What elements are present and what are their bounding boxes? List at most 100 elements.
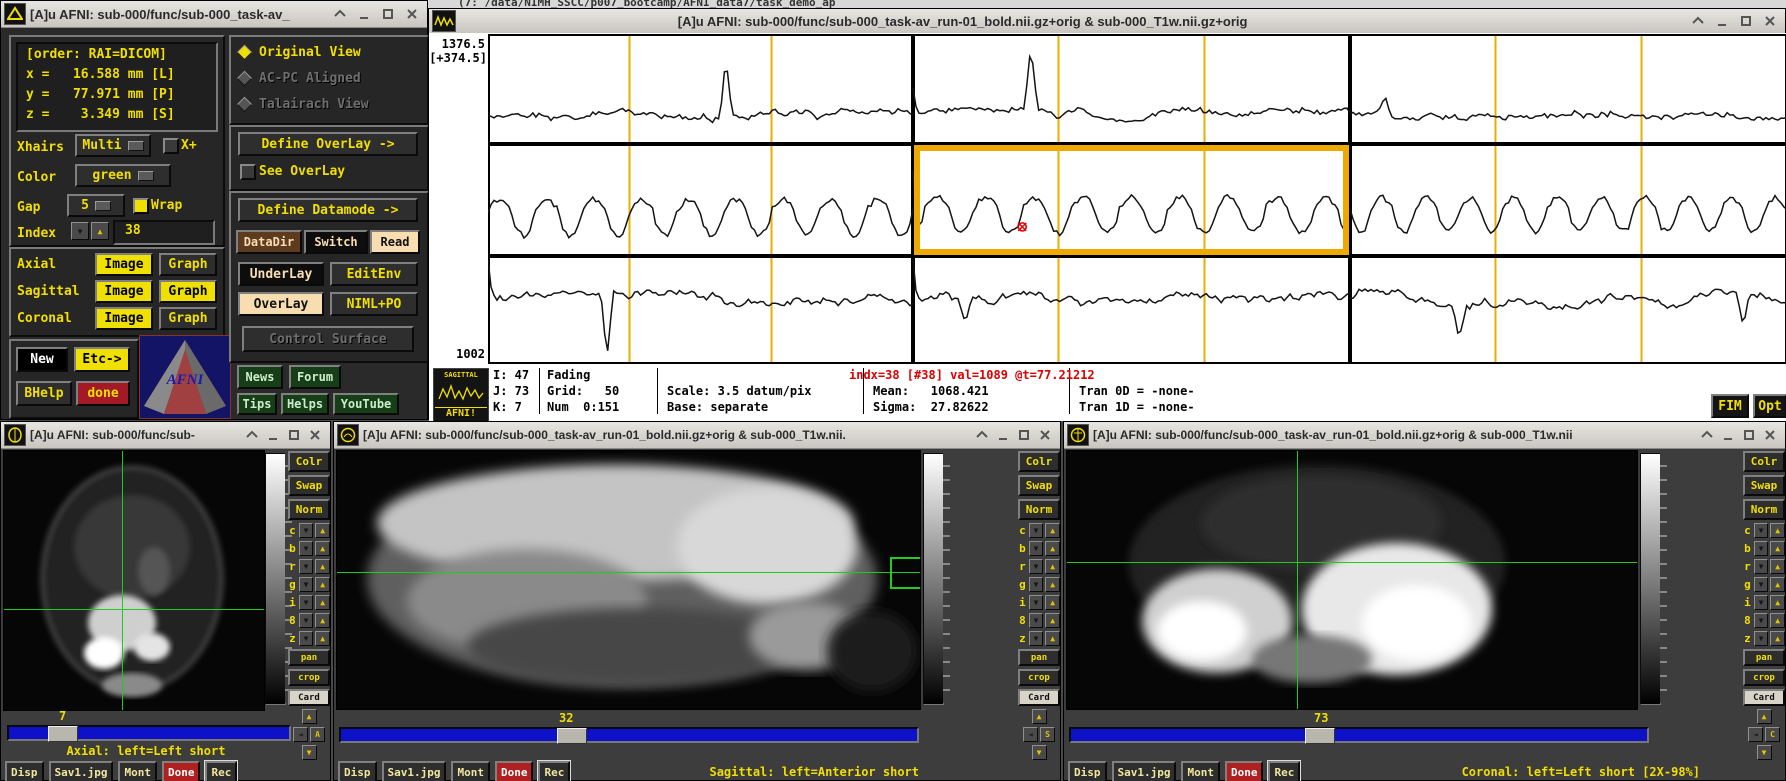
shade-button[interactable] xyxy=(245,428,259,442)
decrement-button[interactable]: ▼ xyxy=(1028,523,1044,538)
axial-slice-slider[interactable] xyxy=(7,725,291,742)
slice-down-button[interactable]: ▼ xyxy=(1756,745,1772,760)
sagittal-slice-slider[interactable] xyxy=(339,727,919,744)
increment-button[interactable]: ▲ xyxy=(315,577,330,592)
etc-button[interactable]: Etc-> xyxy=(74,347,130,372)
card-button[interactable]: Card xyxy=(1743,689,1785,706)
decrement-button[interactable]: ▼ xyxy=(298,595,314,610)
disp-button[interactable]: Disp xyxy=(338,761,377,781)
xhairs-menu[interactable]: Multi xyxy=(75,134,151,157)
decrement-button[interactable]: ▼ xyxy=(298,577,314,592)
minimize-button[interactable] xyxy=(996,428,1010,442)
coronal-slice-slider[interactable] xyxy=(1069,727,1649,744)
coronal-image-button[interactable]: Image xyxy=(95,307,153,330)
increment-button[interactable]: ▲ xyxy=(1770,631,1785,646)
close-button[interactable] xyxy=(308,428,322,442)
view-talairach[interactable]: Talairach View xyxy=(236,96,369,113)
decrement-button[interactable]: ▼ xyxy=(1028,541,1044,556)
plane-letter[interactable]: S xyxy=(1040,727,1055,742)
crop-button[interactable]: crop xyxy=(288,669,330,686)
slice-up-button[interactable]: ▲ xyxy=(1756,709,1772,724)
rec-button[interactable]: Rec xyxy=(1267,760,1302,781)
decrement-button[interactable]: ▼ xyxy=(1028,631,1044,646)
increment-button[interactable]: ▲ xyxy=(315,595,330,610)
sagittal-image-button[interactable]: Image xyxy=(95,280,153,303)
decrement-button[interactable]: ▼ xyxy=(1753,595,1769,610)
slider-thumb[interactable] xyxy=(48,726,79,742)
decrement-button[interactable]: ▼ xyxy=(1753,631,1769,646)
colr-button[interactable]: Colr xyxy=(288,451,330,472)
colr-button[interactable]: Colr xyxy=(1743,451,1785,472)
define-overlay-button[interactable]: Define OverLay -> xyxy=(238,132,418,156)
coronal-graph-button[interactable]: Graph xyxy=(159,307,217,330)
done-button[interactable]: Done xyxy=(494,761,534,781)
increment-button[interactable]: ▲ xyxy=(315,613,330,628)
decrement-button[interactable]: ▼ xyxy=(1028,559,1044,574)
done-button[interactable]: Done xyxy=(161,761,201,781)
increment-button[interactable]: ▲ xyxy=(1045,631,1060,646)
increment-button[interactable]: ▲ xyxy=(315,559,330,574)
xplus-checkbox[interactable] xyxy=(163,138,179,154)
close-button[interactable] xyxy=(1038,428,1052,442)
plane-letter[interactable]: C xyxy=(1765,727,1780,742)
disp-button[interactable]: Disp xyxy=(1068,761,1107,781)
increment-button[interactable]: ▲ xyxy=(315,523,330,538)
view-original[interactable]: Original View xyxy=(236,44,361,61)
close-button[interactable] xyxy=(405,7,419,21)
increment-button[interactable]: ▲ xyxy=(1045,595,1060,610)
datadir-button[interactable]: DataDir xyxy=(236,230,302,254)
save-jpg-button[interactable]: Sav1.jpg xyxy=(381,761,447,781)
increment-button[interactable]: ▲ xyxy=(1045,541,1060,556)
swap-button[interactable]: Swap xyxy=(1743,475,1785,496)
youtube-button[interactable]: YouTube xyxy=(333,393,399,415)
decrement-button[interactable]: ▼ xyxy=(1753,523,1769,538)
disp-button[interactable]: Disp xyxy=(5,761,44,781)
increment-button[interactable]: ▲ xyxy=(1045,523,1060,538)
increment-button[interactable]: ▲ xyxy=(1770,595,1785,610)
define-datamode-button[interactable]: Define Datamode -> xyxy=(238,198,418,222)
opt-button[interactable]: Opt xyxy=(1753,394,1786,418)
slice-up-button[interactable]: ▲ xyxy=(301,709,317,724)
card-button[interactable]: Card xyxy=(1018,689,1060,706)
graph-titlebar[interactable]: [A]u AFNI: sub-000/func/sub-000_task-av_… xyxy=(429,9,1785,34)
close-button[interactable] xyxy=(1763,428,1777,442)
swap-button[interactable]: Swap xyxy=(288,475,330,496)
shade-button[interactable] xyxy=(333,7,347,21)
helps-button[interactable]: Helps xyxy=(281,393,329,415)
increment-button[interactable]: ▲ xyxy=(315,541,330,556)
mont-button[interactable]: Mont xyxy=(118,761,157,781)
pan-button[interactable]: pan xyxy=(1018,649,1060,666)
crop-button[interactable]: crop xyxy=(1018,669,1060,686)
gap-menu[interactable]: 5 xyxy=(67,194,125,217)
coronal-titlebar[interactable]: [A]u AFNI: sub-000/func/sub-000_task-av_… xyxy=(1064,422,1785,449)
decrement-button[interactable]: ▼ xyxy=(1753,559,1769,574)
minimize-button[interactable] xyxy=(266,428,280,442)
underlay-button[interactable]: UnderLay xyxy=(238,262,324,286)
forum-button[interactable]: Forum xyxy=(289,365,341,389)
new-button[interactable]: New xyxy=(16,347,68,372)
see-overlay-checkbox[interactable] xyxy=(240,164,256,180)
axial-graph-button[interactable]: Graph xyxy=(159,253,217,276)
maximize-button[interactable] xyxy=(1739,14,1753,28)
controller-titlebar[interactable]: [A]u AFNI: sub-000/func/sub-000_task-av_ xyxy=(1,1,427,28)
read-button[interactable]: Read xyxy=(370,230,420,254)
norm-button[interactable]: Norm xyxy=(1743,499,1785,520)
shade-button[interactable] xyxy=(1700,428,1714,442)
nav-left-button[interactable]: ◄ xyxy=(1748,727,1763,742)
decrement-button[interactable]: ▼ xyxy=(1028,577,1044,592)
pan-button[interactable]: pan xyxy=(288,649,330,666)
slider-thumb[interactable] xyxy=(557,728,588,744)
minimize-button[interactable] xyxy=(1715,14,1729,28)
increment-button[interactable]: ▲ xyxy=(1770,613,1785,628)
increment-button[interactable]: ▲ xyxy=(1770,541,1785,556)
increment-button[interactable]: ▲ xyxy=(1045,613,1060,628)
maximize-button[interactable] xyxy=(287,428,301,442)
maximize-button[interactable] xyxy=(1742,428,1756,442)
minimize-button[interactable] xyxy=(357,7,371,21)
nav-left-button[interactable]: ◄ xyxy=(293,727,308,742)
decrement-button[interactable]: ▼ xyxy=(1028,613,1044,628)
decrement-button[interactable]: ▼ xyxy=(298,613,314,628)
decrement-button[interactable]: ▼ xyxy=(1753,613,1769,628)
plane-letter[interactable]: A xyxy=(310,727,325,742)
swap-button[interactable]: Swap xyxy=(1018,475,1060,496)
